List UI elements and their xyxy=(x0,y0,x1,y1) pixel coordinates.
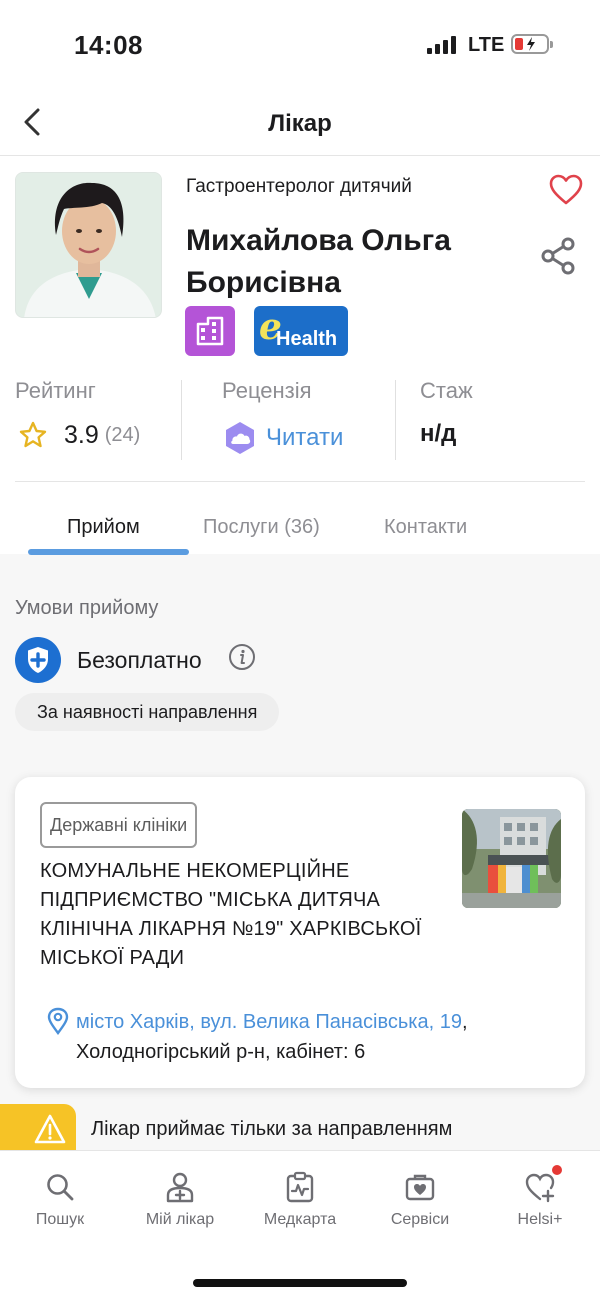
doctor-profile: Гастроентеролог дитячий Михайлова Ольга … xyxy=(0,156,600,555)
notification-dot xyxy=(552,1165,562,1175)
search-icon xyxy=(47,1174,74,1201)
info-icon[interactable] xyxy=(228,643,256,671)
tab-services-nav[interactable]: Сервіси xyxy=(360,1171,480,1229)
tab-label: Мій лікар xyxy=(145,1211,215,1228)
tab-label: Сервіси xyxy=(390,1211,450,1228)
tab-appointment[interactable]: Прийом xyxy=(67,516,140,539)
tab-services[interactable]: Послуги (36) xyxy=(203,516,320,539)
rating-stat[interactable]: Рейтинг 3.9 (24) xyxy=(15,378,175,460)
address-separator: , xyxy=(461,1011,468,1033)
clinic-card[interactable]: Державні клініки КОМУНАЛЬНЕ НЕКОМЕРЦІЙНЕ… xyxy=(15,777,585,1088)
warning-icon xyxy=(34,1114,66,1144)
experience-label: Стаж xyxy=(420,378,473,403)
medkit-icon xyxy=(405,1174,435,1201)
star-icon xyxy=(19,421,47,448)
rating-count: (24) xyxy=(104,423,141,446)
ehealth-word: Health xyxy=(276,328,338,350)
clinic-address: місто Харків, вул. Велика Панасівська, 1… xyxy=(76,1007,566,1067)
network-type: LTE xyxy=(468,34,505,56)
tab-search[interactable]: Пошук xyxy=(0,1171,120,1229)
stats-divider xyxy=(395,380,396,460)
clinic-photo xyxy=(462,809,561,908)
read-reviews-link[interactable]: Читати xyxy=(266,424,343,452)
tab-label: Helsi+ xyxy=(517,1211,563,1228)
rating-value: 3.9 xyxy=(64,420,99,449)
clinic-type-tag: Державні клініки xyxy=(40,802,198,848)
tab-label: Пошук xyxy=(35,1211,85,1228)
review-stat[interactable]: Рецензія Читати xyxy=(222,378,392,460)
page-title: Лікар xyxy=(268,110,332,137)
bottom-tab-bar: Пошук Мій лікар Медкарта Сервіси Helsi+ xyxy=(0,1150,600,1300)
address-link[interactable]: місто Харків, вул. Велика Панасівська, 1… xyxy=(76,1011,462,1033)
referral-warning-text: Лікар приймає тільки за направленням xyxy=(91,1118,453,1140)
active-tab-indicator xyxy=(28,549,189,555)
divider xyxy=(15,481,585,482)
tab-label: Медкарта xyxy=(263,1211,337,1228)
clinic-name: КОМУНАЛЬНЕ НЕКОМЕРЦІЙНЕ ПІДПРИЄМСТВО "МІ… xyxy=(40,860,422,969)
tab-contacts[interactable]: Контакти xyxy=(384,516,467,539)
conditions-title: Умови прийому xyxy=(15,597,159,619)
nav-bar: Лікар xyxy=(0,90,600,156)
cloud-icon xyxy=(226,422,254,454)
profile-tabs: Прийом Послуги (36) Контакти xyxy=(0,504,600,555)
referral-condition-tag: За наявності направлення xyxy=(15,693,280,731)
location-pin-icon xyxy=(47,1007,69,1036)
doctor-stats: Рейтинг 3.9 (24) Рецензія Читати Стаж н/… xyxy=(15,378,585,462)
shield-icon xyxy=(15,637,61,683)
address-details: Холодногірський р-н, кабінет: 6 xyxy=(76,1041,366,1063)
share-icon[interactable] xyxy=(539,236,577,276)
tab-my-doctor[interactable]: Мій лікар xyxy=(120,1171,240,1229)
favorite-heart-icon[interactable] xyxy=(549,174,583,206)
status-time: 14:08 xyxy=(74,30,143,60)
review-label: Рецензія xyxy=(222,378,312,403)
stats-divider xyxy=(181,380,182,460)
battery-icon xyxy=(511,34,553,54)
status-bar: 14:08 LTE xyxy=(0,0,600,90)
ehealth-badge[interactable]: e Health xyxy=(254,306,348,356)
experience-stat: Стаж н/д xyxy=(420,378,570,460)
clinic-building-badge[interactable] xyxy=(185,306,235,356)
building-icon xyxy=(196,316,224,346)
doctor-photo xyxy=(15,172,162,318)
tab-medical-card[interactable]: Медкарта xyxy=(240,1171,360,1229)
doctor-name: Михайлова Ольга Борисівна xyxy=(186,224,451,299)
rating-label: Рейтинг xyxy=(15,378,96,403)
signal-icon xyxy=(427,36,459,54)
payment-type: Безоплатно xyxy=(77,647,202,673)
doctor-icon xyxy=(166,1172,194,1203)
doctor-specialty: Гастроентеролог дитячий xyxy=(186,176,412,197)
warning-badge xyxy=(0,1104,76,1154)
tab-helsi-plus[interactable]: Helsi+ xyxy=(480,1165,600,1229)
medical-card-icon xyxy=(286,1171,314,1203)
experience-value: н/д xyxy=(420,420,457,447)
home-indicator xyxy=(193,1279,407,1287)
heart-plus-icon xyxy=(525,1173,555,1203)
